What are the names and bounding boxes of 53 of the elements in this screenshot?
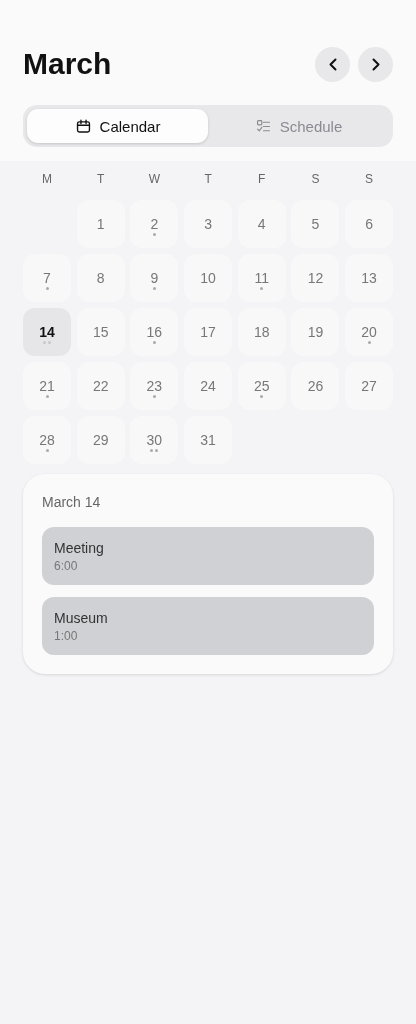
day-cell[interactable]: 10 [184,254,233,302]
view-tab[interactable]: Schedule [208,109,389,143]
day-cell[interactable]: 18 [237,308,286,356]
event-time: 1:00 [54,629,79,643]
day-cell[interactable]: 3 [184,200,233,248]
day-cell[interactable]: 9 [130,254,179,302]
day-cell[interactable]: 22 [76,362,125,410]
event-title: Museum [54,610,109,626]
weekday-label: S [310,171,321,188]
day-cell[interactable]: 6 [345,200,394,248]
day-cell[interactable]: 2 [130,200,179,248]
day-cell[interactable]: 26 [291,362,340,410]
day-cell[interactable]: 31 [184,416,233,464]
weekday-label: S [364,171,375,188]
weekday-label: F [257,171,267,188]
month-title: March [23,47,112,81]
weekday-label: W [147,171,162,188]
day-cell[interactable]: 30 [130,416,179,464]
day-cell[interactable]: 17 [184,308,233,356]
day-cell[interactable]: 4 [237,200,286,248]
calendar-icon [74,117,92,135]
day-cell[interactable]: 5 [291,200,340,248]
day-cell[interactable]: 28 [23,416,71,464]
day-cell[interactable]: 21 [23,362,71,410]
previous-month-button[interactable] [315,46,350,82]
view-tab[interactable]: Calendar [27,109,208,143]
day-cell[interactable]: 16 [130,308,179,356]
day-cell[interactable]: 24 [184,362,233,410]
day-cell[interactable]: 8 [76,254,125,302]
event-title: Meeting [54,540,105,556]
day-cell[interactable]: 27 [345,362,394,410]
day-cell[interactable]: 19 [291,308,340,356]
day-cell[interactable]: 1 [76,200,125,248]
day-cell[interactable]: 23 [130,362,179,410]
day-cell[interactable]: 11 [237,254,286,302]
weekday-label: M [41,171,53,188]
day-cell[interactable]: 25 [237,362,286,410]
day-cell[interactable]: 12 [291,254,340,302]
day-cell[interactable]: 13 [345,254,394,302]
day-cell[interactable]: 14 [23,308,71,356]
chevron-right-icon [371,57,380,71]
day-cell[interactable]: 29 [76,416,125,464]
agenda-date: March 14 [42,494,102,510]
weekday-label: T [203,171,213,188]
event-card[interactable]: Museum 1:00 [42,597,374,655]
day-cell[interactable]: 15 [76,308,125,356]
event-time: 6:00 [54,559,79,573]
event-card[interactable]: Meeting 6:00 [42,527,374,585]
day-cell[interactable]: 20 [345,308,394,356]
chevron-left-icon [328,57,337,71]
weekday-label: T [96,171,106,188]
day-cell[interactable]: 7 [23,254,71,302]
next-month-button[interactable] [358,46,393,82]
